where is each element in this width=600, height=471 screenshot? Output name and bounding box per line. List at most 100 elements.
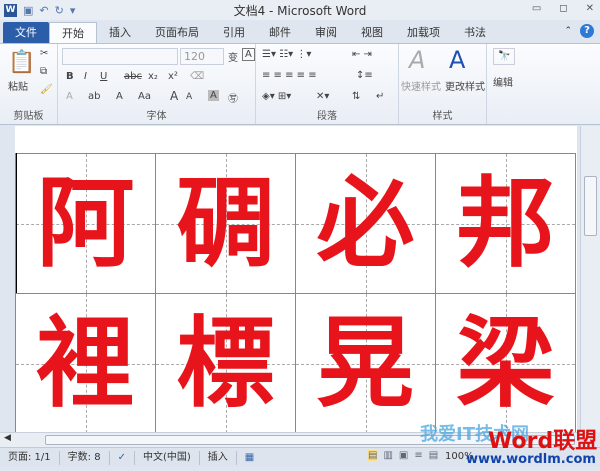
grow-font-button[interactable]: A bbox=[170, 89, 178, 103]
character: 晃 bbox=[316, 306, 415, 421]
tab-home[interactable]: 开始 bbox=[49, 22, 97, 44]
clear-format-icon[interactable]: ⌫ bbox=[190, 71, 204, 82]
strikethrough-button[interactable]: abc bbox=[124, 71, 142, 82]
char-border-icon[interactable]: A bbox=[242, 48, 255, 61]
maximize-button[interactable]: ◻ bbox=[559, 3, 567, 14]
show-marks-icon[interactable]: ↵ bbox=[376, 91, 384, 102]
draft-icon[interactable]: ▤ bbox=[429, 450, 438, 461]
grid-cell[interactable]: 梁 bbox=[435, 293, 576, 432]
grid-cell[interactable]: 裡 bbox=[15, 293, 156, 432]
save-icon[interactable]: ▣ bbox=[23, 4, 33, 17]
zoom-level[interactable]: 100% bbox=[445, 451, 474, 462]
macro-record-icon[interactable]: ▦ bbox=[237, 451, 262, 465]
text-effects-icon[interactable]: A bbox=[66, 91, 73, 102]
tab-insert[interactable]: 插入 bbox=[97, 22, 143, 44]
format-painter-icon[interactable]: 🖌 bbox=[40, 84, 53, 95]
horizontal-scrollbar[interactable]: ◀ bbox=[0, 432, 580, 447]
table-row: 裡 標 晃 梁 bbox=[15, 293, 576, 432]
tab-page-layout[interactable]: 页面布局 bbox=[143, 22, 211, 44]
asian-layout-icon[interactable]: ✕▾ bbox=[316, 91, 329, 102]
font-name-select[interactable] bbox=[62, 48, 178, 65]
change-styles-icon[interactable]: A bbox=[449, 46, 465, 74]
paragraph-label: 段落 bbox=[317, 111, 337, 122]
tab-view[interactable]: 视图 bbox=[349, 22, 395, 44]
insert-mode[interactable]: 插入 bbox=[200, 450, 237, 465]
help-icon[interactable]: ? bbox=[580, 24, 594, 38]
grid-cell[interactable]: 阿 bbox=[15, 153, 156, 294]
quick-styles-icon[interactable]: A bbox=[409, 46, 425, 74]
horizontal-scroll-thumb[interactable] bbox=[45, 435, 575, 445]
paragraph-group: ☰▾ ☷▾ ⋮▾ ⇤ ⇥ ≡ ≡ ≡ ≡ ≡ ↕≡ ◈▾ ⊞▾ ✕▾ ⇅ ↵ 段… bbox=[256, 44, 399, 124]
paste-button[interactable]: 粘贴 bbox=[8, 78, 28, 93]
font-group: 120 变 A B I U abc x₂ x² ⌫ A ab A Aa A A … bbox=[58, 44, 256, 124]
scroll-left-icon[interactable]: ◀ bbox=[4, 433, 11, 443]
vertical-scrollbar[interactable] bbox=[580, 126, 600, 432]
clipboard-label: 剪贴板 bbox=[13, 111, 44, 122]
grid-cell[interactable]: 碉 bbox=[155, 153, 296, 294]
ribbon: 📋 粘贴 ✂ ⧉ 🖌 剪贴板 120 变 A B I U abc x₂ x² ⌫… bbox=[0, 43, 600, 125]
align-icons[interactable]: ≡ ≡ ≡ ≡ ≡ bbox=[262, 70, 317, 81]
superscript-button[interactable]: x² bbox=[168, 71, 178, 82]
editing-group: 🔭 编辑 bbox=[487, 44, 525, 124]
character: 碉 bbox=[176, 166, 275, 281]
grid-cell[interactable]: 必 bbox=[295, 153, 436, 294]
document-area[interactable]: 阿 碉 必 邦 裡 標 晃 梁 bbox=[0, 126, 580, 432]
paste-icon[interactable]: 📋 bbox=[8, 50, 35, 75]
title-bar: W ▣ ↶ ↻ ▾ 文档4 - Microsoft Word ▭ ◻ ✕ bbox=[0, 0, 600, 20]
character: 阿 bbox=[36, 166, 135, 281]
grid-cell[interactable]: 標 bbox=[155, 293, 296, 432]
outline-icon[interactable]: ≡ bbox=[414, 450, 422, 461]
status-bar: 页面: 1/1 字数: 8 ✓ 中文(中国) 插入 ▦ bbox=[0, 447, 600, 467]
table-row: 阿 碉 必 邦 bbox=[15, 153, 576, 294]
copy-icon[interactable]: ⧉ bbox=[40, 66, 47, 77]
indent-icons[interactable]: ⇤ ⇥ bbox=[352, 49, 372, 60]
word-app-icon[interactable]: W bbox=[4, 3, 17, 17]
line-spacing-icon[interactable]: ↕≡ bbox=[356, 70, 373, 81]
tab-addins[interactable]: 加载项 bbox=[395, 22, 452, 44]
redo-icon[interactable]: ↻ bbox=[55, 4, 64, 17]
bullets-icon[interactable]: ☰▾ ☷▾ ⋮▾ bbox=[262, 49, 311, 60]
minimize-button[interactable]: ▭ bbox=[532, 3, 541, 14]
text-cursor bbox=[16, 153, 17, 293]
character: 梁 bbox=[456, 306, 555, 421]
web-layout-icon[interactable]: ▣ bbox=[399, 450, 408, 461]
phonetic-guide-icon[interactable]: 变 bbox=[228, 49, 238, 64]
undo-icon[interactable]: ↶ bbox=[39, 4, 48, 17]
editing-button[interactable]: 编辑 bbox=[493, 74, 513, 89]
character: 裡 bbox=[36, 306, 135, 421]
font-size-select[interactable]: 120 bbox=[180, 48, 224, 65]
quick-styles-button[interactable]: 快速样式 bbox=[401, 78, 441, 93]
change-styles-button[interactable]: 更改样式 bbox=[445, 78, 485, 93]
tab-calligraphy[interactable]: 书法 bbox=[452, 22, 498, 44]
vertical-scroll-thumb[interactable] bbox=[584, 176, 597, 236]
tab-references[interactable]: 引用 bbox=[211, 22, 257, 44]
cut-icon[interactable]: ✂ bbox=[40, 48, 48, 59]
enclose-char-icon[interactable]: ㊢ bbox=[228, 90, 238, 105]
grid-cell[interactable]: 晃 bbox=[295, 293, 436, 432]
print-layout-icon[interactable]: ▤ bbox=[368, 450, 378, 461]
language[interactable]: 中文(中国) bbox=[135, 450, 200, 465]
italic-button[interactable]: I bbox=[84, 71, 87, 82]
shrink-font-button[interactable]: A bbox=[186, 92, 192, 102]
tab-mailings[interactable]: 邮件 bbox=[257, 22, 303, 44]
minimize-ribbon-icon[interactable]: ⌃ bbox=[564, 26, 572, 36]
bold-button[interactable]: B bbox=[66, 71, 74, 82]
find-icon[interactable]: 🔭 bbox=[493, 48, 516, 65]
font-color-button[interactable]: A bbox=[116, 91, 123, 102]
highlight-icon[interactable]: ab bbox=[88, 91, 100, 102]
shading-icon[interactable]: ◈▾ ⊞▾ bbox=[262, 91, 291, 102]
subscript-button[interactable]: x₂ bbox=[148, 71, 158, 82]
customize-quick-access-icon[interactable]: ▾ bbox=[70, 4, 76, 17]
full-screen-icon[interactable]: ▥ bbox=[383, 450, 392, 461]
change-case-button[interactable]: Aa bbox=[138, 91, 151, 102]
grid-cell[interactable]: 邦 bbox=[435, 153, 576, 294]
underline-button[interactable]: U bbox=[100, 71, 107, 82]
page-count[interactable]: 页面: 1/1 bbox=[0, 450, 60, 465]
proofing-icon[interactable]: ✓ bbox=[110, 450, 135, 465]
word-count[interactable]: 字数: 8 bbox=[60, 450, 110, 465]
close-button[interactable]: ✕ bbox=[586, 3, 594, 14]
tab-file[interactable]: 文件 bbox=[3, 22, 49, 44]
sort-icon[interactable]: ⇅ bbox=[352, 91, 360, 102]
tab-review[interactable]: 审阅 bbox=[303, 22, 349, 44]
char-shading-icon[interactable]: A bbox=[208, 90, 219, 101]
